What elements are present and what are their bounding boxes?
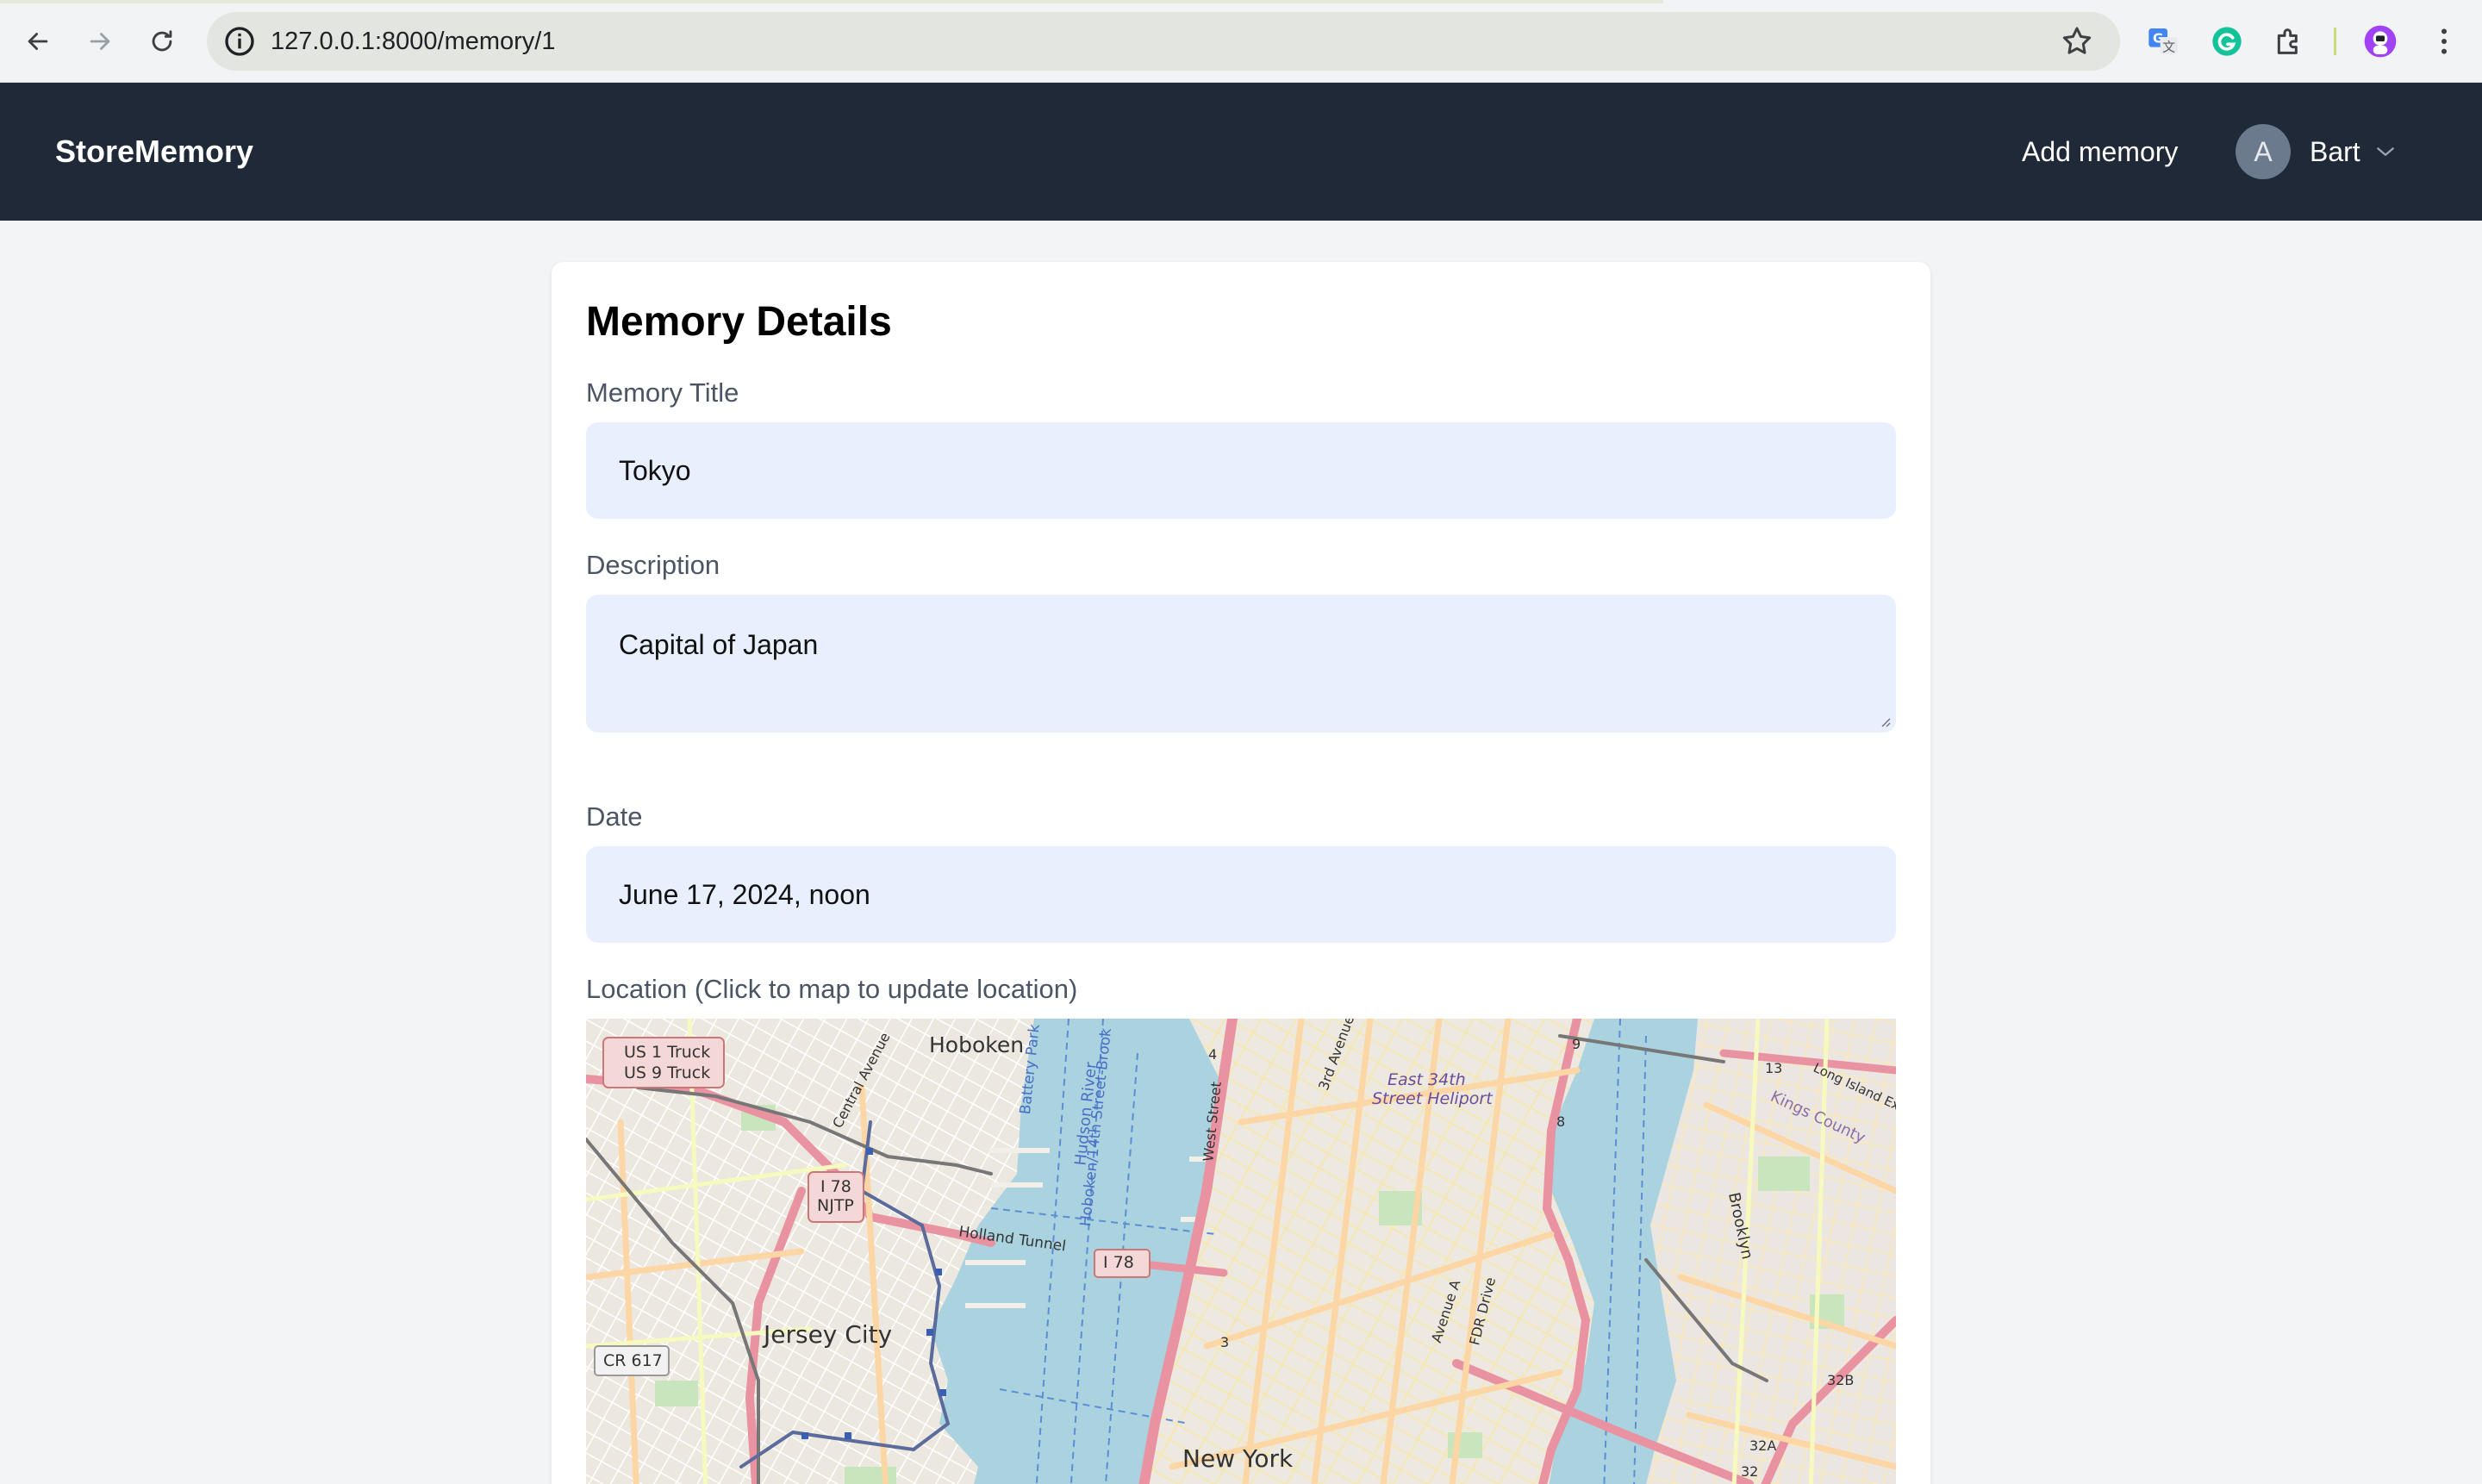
add-memory-link[interactable]: Add memory [2022,83,2178,221]
map-label-njtp: NJTP [817,1196,854,1215]
svg-text:文: 文 [2162,40,2175,55]
app-navbar: StoreMemory Add memory A Bart [0,83,2482,221]
chevron-down-icon[interactable] [2373,139,2398,165]
map-label-us9: US 9 Truck [624,1063,711,1082]
memory-title-label: Memory Title [586,377,739,408]
avatar[interactable]: A [2236,124,2291,179]
brand-logo[interactable]: StoreMemory [55,83,253,221]
map-label-num-9: 9 [1572,1036,1581,1052]
page-load-progress [0,0,1663,3]
map-label-i78-bridge: I 78 [1103,1253,1134,1272]
map-label-num-32: 32 [1741,1463,1759,1480]
puzzle-icon [2277,28,2298,54]
map-label-hoboken: Hoboken [929,1032,1025,1057]
location-label: Location (Click to map to update locatio… [586,974,1078,1004]
site-info-icon[interactable] [222,24,257,59]
back-button[interactable] [17,21,59,62]
user-menu[interactable]: A Bart [2236,124,2398,179]
description-value[interactable]: Capital of Japan [619,629,818,660]
map-label-us1: US 1 Truck [624,1043,711,1062]
map-label-num-32a: 32A [1749,1437,1777,1454]
address-bar[interactable]: 127.0.0.1:8000/memory/1 [207,12,2120,71]
map-tiles[interactable] [586,1019,1896,1484]
url-text[interactable]: 127.0.0.1:8000/memory/1 [271,12,555,71]
map-label-num-32b: 32B [1827,1372,1855,1388]
user-name[interactable]: Bart [2310,136,2360,168]
kebab-menu-icon [2441,28,2447,54]
resize-handle-icon[interactable] [1877,714,1891,727]
profile-avatar-icon [2364,25,2397,58]
translate-icon: G文 [2148,28,2178,55]
map-label-i78-shield: I 78 [820,1177,851,1196]
map-label-num-3: 3 [1220,1334,1230,1350]
page-title: Memory Details [586,299,892,345]
map-label-num-13: 13 [1765,1060,1783,1076]
map-label-num-8: 8 [1556,1113,1566,1130]
grammarly-icon [2212,27,2242,56]
memory-title-input[interactable]: Tokyo [586,422,1896,519]
arrow-right-icon [90,33,110,50]
map-label-num-4: 4 [1208,1046,1218,1063]
forward-button[interactable] [79,21,121,62]
google-translate-extension[interactable]: G文 [2144,22,2182,60]
extensions-button[interactable] [2270,22,2308,60]
map-label-east-34th: East 34th [1388,1070,1466,1089]
location-map[interactable]: US 1 Truck US 9 Truck Hoboken Central Av… [586,1019,1896,1484]
map-label-jersey-city: Jersey City [764,1320,893,1349]
date-input[interactable]: June 17, 2024, noon [586,846,1896,943]
map-label-cr617: CR 617 [603,1351,663,1370]
map-label-new-york: New York [1182,1444,1294,1473]
description-label: Description [586,550,720,580]
toolbar-separator [2334,28,2336,55]
map-label-street-heliport: Street Heliport [1372,1089,1493,1108]
arrow-left-icon [28,33,48,50]
browser-menu-button[interactable] [2425,22,2463,60]
date-label: Date [586,801,643,832]
profile-button[interactable] [2361,22,2399,60]
reload-button[interactable] [141,21,183,62]
grammarly-extension[interactable] [2208,22,2246,60]
reload-icon [152,30,172,52]
browser-toolbar: 127.0.0.1:8000/memory/1 G文 [0,0,2482,83]
bookmark-star-icon[interactable] [2060,24,2094,59]
description-textarea[interactable]: Capital of Japan [586,595,1896,733]
memory-details-card: Memory Details Memory Title Tokyo Descri… [552,262,1930,1484]
